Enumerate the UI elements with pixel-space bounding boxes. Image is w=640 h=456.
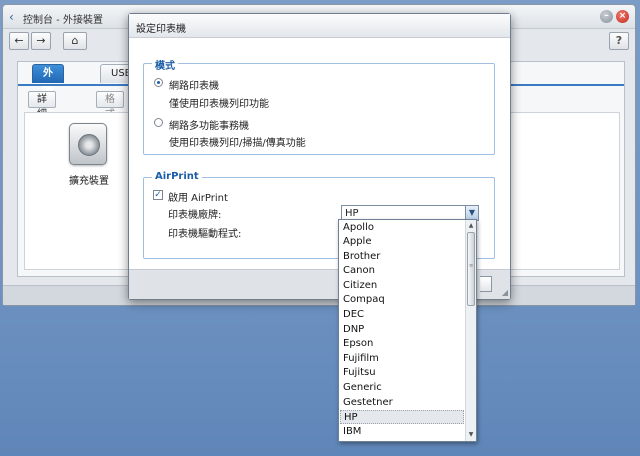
dialog-title: 設定印表機 <box>136 24 186 35</box>
dialog-action-button[interactable] <box>480 276 492 292</box>
airprint-checkbox[interactable]: ✓ <box>153 190 163 200</box>
radio-label: 網路多功能事務機 <box>169 121 249 132</box>
mode-legend: 模式 <box>152 57 178 72</box>
dropdown-option[interactable]: Generic <box>340 381 464 395</box>
control-panel-back-icon[interactable]: ‹ <box>9 10 14 24</box>
airprint-enable-label: 啟用 AirPrint <box>168 193 228 204</box>
select-value: HP <box>345 208 359 219</box>
mode-fieldset: 模式 網路印表機 僅使用印表機列印功能 網路多功能事務機 使用印表機列印/掃描/… <box>143 57 495 155</box>
tab-external-devices[interactable]: 外接裝置 <box>32 64 64 130</box>
format-button[interactable]: 格式 <box>96 91 124 120</box>
forward-button[interactable]: → <box>31 32 51 50</box>
dropdown-option[interactable]: Fujitsu <box>340 366 464 380</box>
dropdown-option[interactable]: Apple <box>340 235 464 249</box>
dropdown-option[interactable]: DNP <box>340 323 464 337</box>
help-button[interactable]: ? <box>609 32 629 50</box>
window-title: 控制台 - 外接裝置 <box>23 15 103 26</box>
dropdown-option[interactable]: Gestetner <box>340 396 464 410</box>
dropdown-option[interactable]: Brother <box>340 250 464 264</box>
close-icon: × <box>618 11 627 21</box>
arrow-right-icon: → <box>36 34 46 47</box>
scroll-down-icon[interactable]: ▼ <box>466 430 476 440</box>
chevron-down-icon[interactable]: ▼ <box>465 206 478 220</box>
minimize-button[interactable]: – <box>600 10 613 23</box>
dialog-titlebar: 設定印表機 <box>129 14 510 38</box>
dropdown-option[interactable]: Apollo <box>340 221 464 235</box>
printer-brand-dropdown: Apollo Apple Brother Canon Citizen Compa… <box>338 219 477 442</box>
scroll-up-icon[interactable]: ▲ <box>466 221 476 231</box>
radio-selected-icon <box>154 78 163 87</box>
checkmark-icon: ✓ <box>154 190 162 200</box>
printer-driver-label: 印表機驅動程式: <box>168 229 242 240</box>
grip-icon: ≡ <box>469 263 474 269</box>
close-button[interactable]: × <box>616 10 629 23</box>
printer-brand-label: 印表機廠牌: <box>168 210 222 221</box>
dropdown-option[interactable]: Epson <box>340 337 464 351</box>
radio-description: 使用印表機列印/掃描/傳真功能 <box>169 138 306 149</box>
device-label: 擴充裝置 <box>69 176 109 187</box>
radio-label: 網路印表機 <box>169 81 219 92</box>
airprint-legend: AirPrint <box>152 171 202 182</box>
hard-drive-icon[interactable] <box>69 123 107 165</box>
dropdown-option[interactable]: Compaq <box>340 293 464 307</box>
radio-description: 僅使用印表機列印功能 <box>169 99 269 110</box>
details-button[interactable]: 詳細資訊 <box>28 91 56 150</box>
minimize-icon: – <box>604 11 609 21</box>
home-button[interactable]: ⌂ <box>63 32 87 50</box>
back-button[interactable]: ← <box>9 32 29 50</box>
home-icon: ⌂ <box>71 34 79 47</box>
dropdown-option-selected[interactable]: HP <box>340 410 464 424</box>
dropdown-option[interactable]: Canon <box>340 264 464 278</box>
dropdown-option[interactable]: Citizen <box>340 279 464 293</box>
radio-unselected-icon <box>154 118 163 127</box>
dropdown-option[interactable]: Fujifilm <box>340 352 464 366</box>
scroll-thumb[interactable]: ≡ <box>467 232 475 306</box>
dropdown-option[interactable]: DEC <box>340 308 464 322</box>
dropdown-option[interactable]: IBM <box>340 425 464 439</box>
arrow-left-icon: ← <box>14 34 24 47</box>
resize-grip-icon[interactable]: ◢ <box>502 288 508 297</box>
dropdown-scrollbar[interactable]: ▲ ≡ ▼ <box>465 220 476 441</box>
